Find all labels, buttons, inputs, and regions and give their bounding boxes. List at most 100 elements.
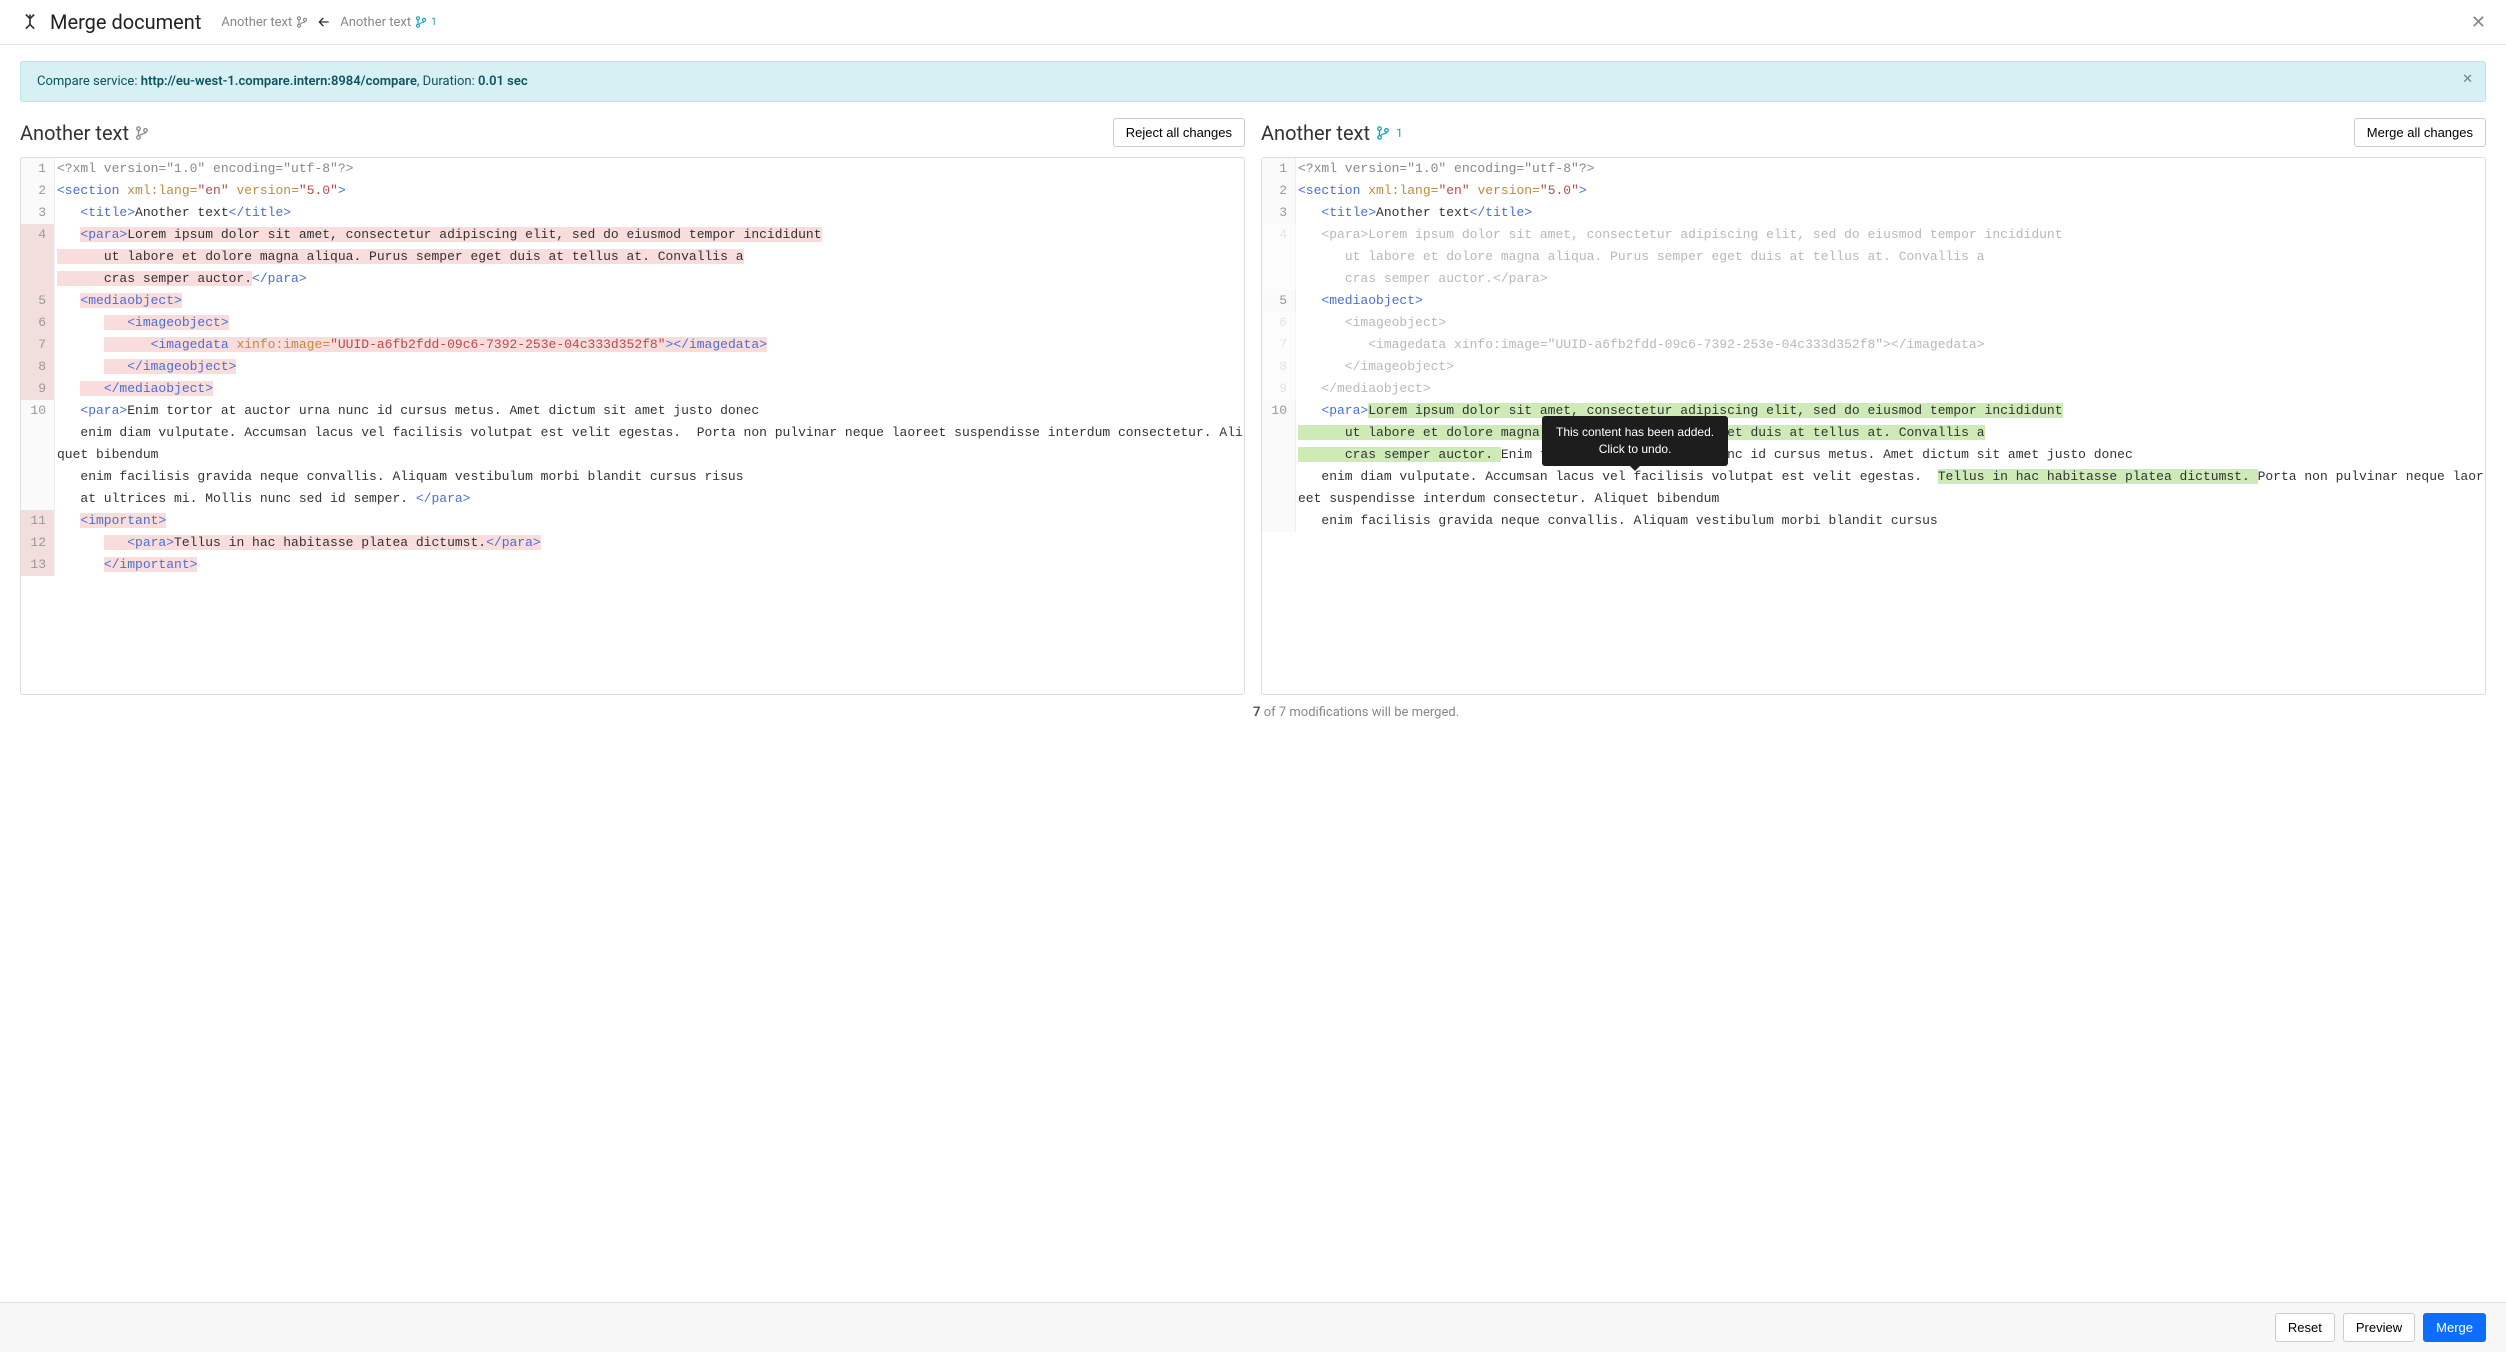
tooltip-line2: Click to undo. <box>1599 442 1672 456</box>
line-number: 2 <box>21 180 55 202</box>
line-content: </imageobject> <box>1296 356 2485 378</box>
banner-duration: 0.01 sec <box>478 74 528 89</box>
breadcrumb-left[interactable]: Another text <box>221 15 308 30</box>
line-number: 12 <box>21 532 55 554</box>
line-content: <imageobject> <box>1296 312 2485 334</box>
line-number: 4 <box>1262 224 1296 290</box>
line-number: 11 <box>21 510 55 532</box>
line-content: <important> <box>55 510 1244 532</box>
line-content: </mediaobject> <box>1296 378 2485 400</box>
tooltip-line1: This content has been added. <box>1556 425 1714 439</box>
merge-icon <box>20 12 40 32</box>
code-line[interactable]: 2<section xml:lang="en" version="5.0"> <box>1262 180 2485 202</box>
left-code-pane[interactable]: 1<?xml version="1.0" encoding="utf-8"?>2… <box>20 157 1245 695</box>
code-line[interactable]: 13 </important> <box>21 554 1244 576</box>
branch-icon <box>1376 126 1390 140</box>
line-number: 5 <box>21 290 55 312</box>
line-content: </important> <box>55 554 1244 576</box>
line-content: <mediaobject> <box>55 290 1244 312</box>
left-panel-title: Another text <box>20 121 149 145</box>
diff-panes: 1<?xml version="1.0" encoding="utf-8"?>2… <box>0 157 2506 695</box>
undo-tooltip[interactable]: This content has been added. Click to un… <box>1542 416 1728 466</box>
line-number: 8 <box>21 356 55 378</box>
code-line[interactable]: 9 </mediaobject> <box>1262 378 2485 400</box>
reset-button[interactable]: Reset <box>2275 1313 2335 1342</box>
line-number: 10 <box>21 400 55 510</box>
code-line[interactable]: 4 <para>Lorem ipsum dolor sit amet, cons… <box>1262 224 2485 290</box>
branch-icon <box>415 16 427 28</box>
line-number: 1 <box>1262 158 1296 180</box>
line-content: <para>Lorem ipsum dolor sit amet, consec… <box>55 224 1244 290</box>
code-line[interactable]: 5 <mediaobject> <box>1262 290 2485 312</box>
left-panel-head: Another text Reject all changes <box>20 114 1245 157</box>
code-line[interactable]: 6 <imageobject> <box>21 312 1244 334</box>
code-line[interactable]: 1<?xml version="1.0" encoding="utf-8"?> <box>21 158 1244 180</box>
line-number: 8 <box>1262 356 1296 378</box>
right-panel-head: Another text 1 Merge all changes <box>1261 114 2486 157</box>
line-content: <imageobject> <box>55 312 1244 334</box>
right-title-text: Another text <box>1261 121 1370 145</box>
line-content: <title>Another text</title> <box>1296 202 2485 224</box>
line-content: <section xml:lang="en" version="5.0"> <box>1296 180 2485 202</box>
close-button[interactable]: ✕ <box>2471 12 2486 33</box>
right-code-pane[interactable]: 1<?xml version="1.0" encoding="utf-8"?>2… <box>1261 157 2486 695</box>
line-number: 9 <box>21 378 55 400</box>
code-line[interactable]: 12 <para>Tellus in hac habitasse platea … <box>21 532 1244 554</box>
info-banner: Compare service: http://eu-west-1.compar… <box>20 61 2486 102</box>
line-number: 6 <box>21 312 55 334</box>
code-line[interactable]: 10 <para>Lorem ipsum dolor sit amet, con… <box>1262 400 2485 532</box>
line-content: <mediaobject> <box>1296 290 2485 312</box>
line-number: 3 <box>1262 202 1296 224</box>
code-line[interactable]: 8 </imageobject> <box>1262 356 2485 378</box>
branch-suffix: 1 <box>431 17 437 28</box>
code-line[interactable]: 7 <imagedata xinfo:image="UUID-a6fb2fdd-… <box>21 334 1244 356</box>
action-bar: Reset Preview Merge <box>0 1302 2506 1352</box>
banner-prefix: Compare service: <box>37 74 141 89</box>
preview-button[interactable]: Preview <box>2343 1313 2415 1342</box>
line-number: 13 <box>21 554 55 576</box>
code-line[interactable]: 8 </imageobject> <box>21 356 1244 378</box>
code-line[interactable]: 11 <important> <box>21 510 1244 532</box>
line-content: <section xml:lang="en" version="5.0"> <box>55 180 1244 202</box>
line-number: 4 <box>21 224 55 290</box>
line-number: 1 <box>21 158 55 180</box>
panels-header: Another text Reject all changes Another … <box>0 114 2506 157</box>
merge-all-button[interactable]: Merge all changes <box>2354 118 2486 147</box>
branch-icon <box>296 16 308 28</box>
code-line[interactable]: 2<section xml:lang="en" version="5.0"> <box>21 180 1244 202</box>
reject-all-button[interactable]: Reject all changes <box>1113 118 1245 147</box>
code-line[interactable]: 3 <title>Another text</title> <box>1262 202 2485 224</box>
line-number: 9 <box>1262 378 1296 400</box>
line-number: 2 <box>1262 180 1296 202</box>
code-line[interactable]: 7 <imagedata xinfo:image="UUID-a6fb2fdd-… <box>1262 334 2485 356</box>
line-content: <imagedata xinfo:image="UUID-a6fb2fdd-09… <box>55 334 1244 356</box>
code-line[interactable]: 5 <mediaobject> <box>21 290 1244 312</box>
code-line[interactable]: 10 <para>Enim tortor at auctor urna nunc… <box>21 400 1244 510</box>
breadcrumb-left-label: Another text <box>221 15 292 30</box>
banner-url: http://eu-west-1.compare.intern:8984/com… <box>141 74 417 89</box>
code-line[interactable]: 3 <title>Another text</title> <box>21 202 1244 224</box>
line-content: <para>Lorem ipsum dolor sit amet, consec… <box>1296 224 2485 290</box>
banner-mid: , Duration: <box>417 74 478 89</box>
line-content: <para>Tellus in hac habitasse platea dic… <box>55 532 1244 554</box>
line-number: 5 <box>1262 290 1296 312</box>
line-content: <title>Another text</title> <box>55 202 1244 224</box>
breadcrumb-right[interactable]: Another text 1 <box>340 15 436 30</box>
code-line[interactable]: 4 <para>Lorem ipsum dolor sit amet, cons… <box>21 224 1244 290</box>
line-content: </mediaobject> <box>55 378 1244 400</box>
code-line[interactable]: 9 </mediaobject> <box>21 378 1244 400</box>
line-number: 7 <box>21 334 55 356</box>
branch-icon <box>135 126 149 140</box>
banner-close-icon[interactable]: ✕ <box>2462 72 2473 87</box>
merge-button[interactable]: Merge <box>2423 1313 2486 1342</box>
breadcrumb-right-label: Another text <box>340 15 411 30</box>
code-line[interactable]: 6 <imageobject> <box>1262 312 2485 334</box>
line-content: <?xml version="1.0" encoding="utf-8"?> <box>1296 158 2485 180</box>
header-bar: Merge document Another text Another text… <box>0 0 2506 45</box>
code-line[interactable]: 1<?xml version="1.0" encoding="utf-8"?> <box>1262 158 2485 180</box>
page-title: Merge document <box>50 10 201 34</box>
status-line: 7 of 7 modifications will be merged. <box>0 695 2506 720</box>
line-content: <imagedata xinfo:image="UUID-a6fb2fdd-09… <box>1296 334 2485 356</box>
line-content: </imageobject> <box>55 356 1244 378</box>
line-number: 7 <box>1262 334 1296 356</box>
